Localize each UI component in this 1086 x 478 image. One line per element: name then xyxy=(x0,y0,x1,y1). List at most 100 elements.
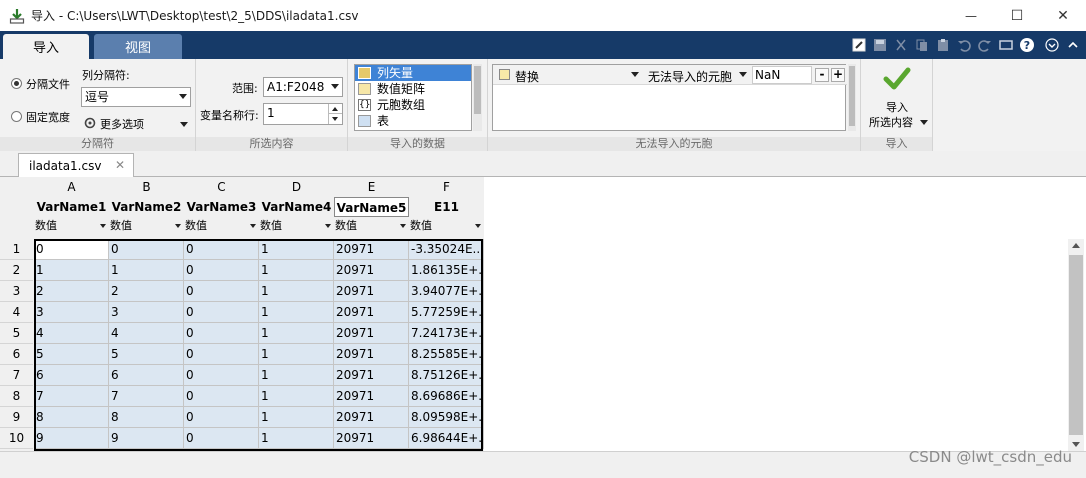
table-cell[interactable]: 1.86135E+... xyxy=(409,260,484,281)
import-selection-button[interactable]: 导入 所选内容 xyxy=(861,59,933,135)
table-cell[interactable]: 9 xyxy=(34,428,109,449)
output-type-list[interactable]: 列矢量 数值矩阵 {} 元胞数组 表 xyxy=(354,64,472,131)
table-cell[interactable]: 8.75126E+... xyxy=(409,365,484,386)
minimize-button[interactable]: — xyxy=(948,0,994,31)
table-cell[interactable]: 8.25585E+... xyxy=(409,344,484,365)
output-type-table[interactable]: 表 xyxy=(355,113,471,129)
table-cell[interactable]: 20971 xyxy=(334,407,409,428)
table-cell[interactable]: 2 xyxy=(34,281,109,302)
variable-name-field[interactable]: VarName4 xyxy=(259,197,334,217)
table-cell[interactable]: 6 xyxy=(109,365,184,386)
varname-row-spinner[interactable]: 1 xyxy=(263,103,343,125)
grid-vertical-scrollbar[interactable] xyxy=(1068,239,1084,451)
redo-icon[interactable] xyxy=(976,36,994,54)
undo-icon[interactable] xyxy=(955,36,973,54)
options-dropdown-icon[interactable] xyxy=(1043,36,1061,54)
table-cell[interactable]: 0 xyxy=(34,239,109,260)
table-cell[interactable]: 0 xyxy=(184,260,259,281)
table-cell[interactable]: 20971 xyxy=(334,323,409,344)
variable-type-dropdown[interactable]: 数值 xyxy=(34,218,109,234)
variable-name-field[interactable]: VarName1 xyxy=(34,197,109,217)
scroll-thumb[interactable] xyxy=(1069,255,1083,435)
column-header[interactable]: F xyxy=(409,177,484,197)
tab-view[interactable]: 视图 xyxy=(94,34,182,59)
remove-rule-icon[interactable]: - xyxy=(815,68,829,82)
help-icon[interactable]: ? xyxy=(1018,36,1036,54)
table-cell[interactable]: 0 xyxy=(184,365,259,386)
more-options-button[interactable]: 更多选项 xyxy=(83,115,191,133)
variable-type-dropdown[interactable]: 数值 xyxy=(259,218,334,234)
table-cell[interactable]: 1 xyxy=(259,428,334,449)
table-cell[interactable]: 6 xyxy=(34,365,109,386)
range-dropdown[interactable]: A1:F2048 xyxy=(263,77,343,97)
column-header[interactable]: D xyxy=(259,177,334,197)
rules-scrollbar[interactable] xyxy=(848,64,856,131)
table-cell[interactable]: 1 xyxy=(259,344,334,365)
table-cell[interactable]: 8 xyxy=(109,407,184,428)
table-cell[interactable]: 5 xyxy=(109,344,184,365)
table-cell[interactable]: 20971 xyxy=(334,260,409,281)
rule-action-dropdown[interactable] xyxy=(631,72,639,77)
variable-type-dropdown[interactable]: 数值 xyxy=(409,218,484,234)
table-cell[interactable]: 8 xyxy=(34,407,109,428)
table-cell[interactable]: 8.69686E+... xyxy=(409,386,484,407)
output-type-scrollbar[interactable] xyxy=(473,64,482,131)
table-cell[interactable]: 8.09598E+... xyxy=(409,407,484,428)
table-cell[interactable]: 1 xyxy=(259,323,334,344)
output-type-numeric-matrix[interactable]: 数值矩阵 xyxy=(355,81,471,97)
table-cell[interactable]: 7 xyxy=(34,386,109,407)
table-cell[interactable]: 6.98644E+... xyxy=(409,428,484,449)
table-cell[interactable]: 3 xyxy=(34,302,109,323)
delimited-radio[interactable] xyxy=(11,78,22,89)
add-rule-icon[interactable]: + xyxy=(831,68,845,82)
table-cell[interactable]: 7.24173E+... xyxy=(409,323,484,344)
variable-type-dropdown[interactable]: 数值 xyxy=(334,218,409,234)
table-cell[interactable]: 0 xyxy=(184,281,259,302)
table-cell[interactable]: 3.94077E+... xyxy=(409,281,484,302)
cut-icon[interactable] xyxy=(892,36,910,54)
table-cell[interactable]: 20971 xyxy=(334,344,409,365)
table-cell[interactable]: 1 xyxy=(259,407,334,428)
table-cell[interactable]: 0 xyxy=(184,302,259,323)
table-cell[interactable]: 1 xyxy=(259,281,334,302)
table-cell[interactable]: 5.77259E+... xyxy=(409,302,484,323)
table-cell[interactable]: 1 xyxy=(259,386,334,407)
table-cell[interactable]: 20971 xyxy=(334,302,409,323)
column-header[interactable]: E xyxy=(334,177,409,197)
table-cell[interactable]: 0 xyxy=(184,239,259,260)
maximize-button[interactable]: ☐ xyxy=(994,0,1040,31)
table-cell[interactable]: 20971 xyxy=(334,428,409,449)
rule-value-field[interactable]: NaN xyxy=(752,66,812,84)
table-cell[interactable]: 9 xyxy=(109,428,184,449)
column-header[interactable]: A xyxy=(34,177,109,197)
copy-icon[interactable] xyxy=(913,36,931,54)
table-cell[interactable]: -3.35024E... xyxy=(409,239,484,260)
table-cell[interactable]: 20971 xyxy=(334,386,409,407)
paste-icon[interactable] xyxy=(934,36,952,54)
column-delimiter-dropdown[interactable]: 逗号 xyxy=(81,87,191,107)
save-icon[interactable] xyxy=(871,36,889,54)
scroll-down-icon[interactable] xyxy=(1072,442,1080,447)
table-cell[interactable]: 1 xyxy=(259,239,334,260)
output-type-column-vectors[interactable]: 列矢量 xyxy=(355,65,471,81)
variable-name-field[interactable]: VarName3 xyxy=(184,197,259,217)
table-cell[interactable]: 4 xyxy=(34,323,109,344)
tab-import[interactable]: 导入 xyxy=(3,34,89,59)
variable-name-field[interactable]: VarName5 xyxy=(334,197,409,217)
table-cell[interactable]: 4 xyxy=(109,323,184,344)
output-type-cell-array[interactable]: {} 元胞数组 xyxy=(355,97,471,113)
table-cell[interactable]: 1 xyxy=(259,365,334,386)
spinner-down-icon[interactable] xyxy=(328,114,342,124)
variable-type-dropdown[interactable]: 数值 xyxy=(109,218,184,234)
table-cell[interactable]: 0 xyxy=(184,428,259,449)
rule-condition-dropdown[interactable] xyxy=(739,72,747,77)
table-cell[interactable]: 5 xyxy=(34,344,109,365)
layout-icon[interactable] xyxy=(850,36,868,54)
data-grid[interactable]: A VarName1 数值 B VarName2 数值 C VarName3 数值 D VarNam… xyxy=(0,177,484,451)
table-cell[interactable]: 1 xyxy=(109,260,184,281)
table-cell[interactable]: 20971 xyxy=(334,281,409,302)
table-cell[interactable]: 1 xyxy=(259,302,334,323)
table-cell[interactable]: 1 xyxy=(259,260,334,281)
close-tab-icon[interactable]: ✕ xyxy=(115,158,125,172)
collapse-ribbon-icon[interactable] xyxy=(1064,36,1082,54)
